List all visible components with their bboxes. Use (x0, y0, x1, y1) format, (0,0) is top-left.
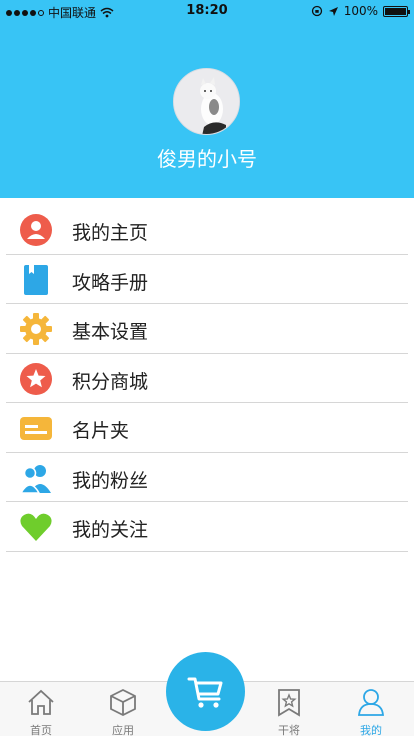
menu-item-label: 我的关注 (72, 519, 149, 541)
tab-label: 干将 (278, 724, 300, 736)
menu-item-points-mall[interactable]: 积分商城 (0, 354, 414, 404)
menu-item-label: 我的粉丝 (72, 469, 149, 492)
users-icon (19, 461, 53, 495)
battery-percent: 100% (343, 4, 378, 18)
menu-item-card-holder[interactable]: 名片夹 (0, 403, 414, 453)
cat-avatar-image (174, 69, 239, 134)
menu-item-homepage[interactable]: 我的主页 (0, 205, 414, 255)
heart-icon (19, 510, 53, 544)
tab-home[interactable]: 首页 (0, 682, 82, 736)
profile-menu: 我的主页 攻略手册 基本设置 积分商城 名片夹 我的粉丝 我的关注 (0, 205, 414, 552)
status-bar: 中国联通 18:20 100% (0, 0, 414, 22)
username: 俊男的小号 (157, 147, 257, 171)
book-icon (19, 263, 53, 297)
tab-apps[interactable]: 应用 (82, 682, 164, 736)
card-icon (19, 411, 53, 445)
menu-item-fans[interactable]: 我的粉丝 (0, 453, 414, 503)
tab-mine[interactable]: 我的 (330, 682, 412, 736)
home-icon (28, 689, 54, 715)
menu-item-label: 积分商城 (72, 370, 149, 393)
avatar[interactable] (173, 68, 240, 135)
person-icon (358, 689, 384, 716)
menu-item-label: 基本设置 (72, 321, 149, 343)
menu-item-label: 我的主页 (72, 222, 149, 244)
menu-item-following[interactable]: 我的关注 (0, 502, 414, 552)
tab-ganjiang[interactable]: 干将 (248, 682, 330, 736)
tab-label: 首页 (30, 724, 52, 736)
profile-header: 中国联通 18:20 100% 俊男的小号 (0, 0, 414, 198)
location-arrow-icon (328, 6, 338, 16)
menu-item-label: 名片夹 (72, 420, 130, 442)
gear-icon (19, 312, 53, 346)
menu-item-settings[interactable]: 基本设置 (0, 304, 414, 354)
shopping-cart-icon (187, 677, 222, 708)
menu-item-guide[interactable]: 攻略手册 (0, 255, 414, 305)
battery-icon (383, 5, 410, 17)
user-circle-icon (19, 213, 53, 247)
cart-button[interactable] (166, 652, 245, 731)
star-circle-icon (19, 362, 53, 396)
status-right: 100% (311, 4, 410, 18)
orientation-lock-icon (311, 5, 322, 17)
cube-icon (110, 688, 136, 717)
tab-label: 应用 (112, 724, 134, 736)
tab-label: 我的 (360, 724, 382, 736)
menu-item-label: 攻略手册 (72, 271, 149, 294)
bookmark-star-icon (278, 689, 300, 717)
